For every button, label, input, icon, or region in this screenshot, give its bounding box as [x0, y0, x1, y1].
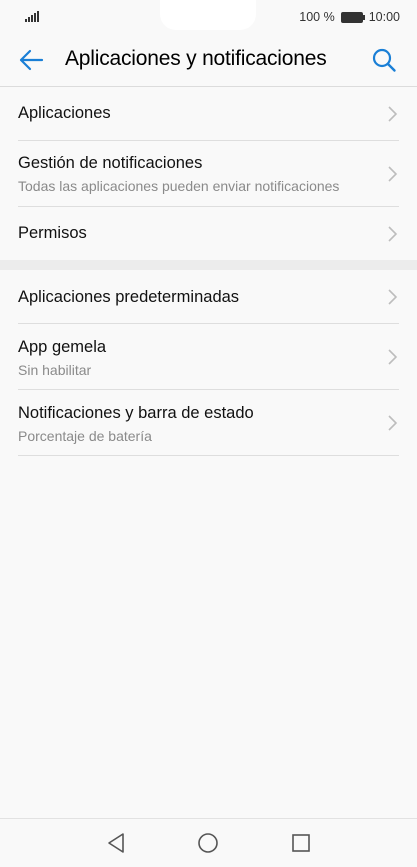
- list-item-label: Notificaciones y barra de estado: [18, 404, 254, 422]
- chevron-right-icon: [388, 289, 398, 305]
- battery-icon: [340, 11, 365, 23]
- list-item-label: Aplicaciones predeterminadas: [18, 288, 240, 306]
- chevron-right-icon: [388, 349, 398, 365]
- chevron-right-icon: [388, 166, 398, 182]
- list-item-aplicaciones-predeterminadas[interactable]: Aplicaciones predeterminadas: [18, 270, 399, 324]
- list-item-label: App gemela: [18, 338, 107, 356]
- list-item-label: Gestión de notificaciones: [18, 154, 203, 172]
- battery-percent: 100 %: [299, 10, 335, 24]
- signal-icon: [25, 11, 39, 22]
- list-item-label: Permisos: [18, 224, 87, 242]
- status-bar: 100 % 10:00: [0, 0, 417, 34]
- settings-section-2: Aplicaciones predeterminadas App gemela …: [0, 270, 417, 456]
- list-item-gestion-notificaciones[interactable]: Gestión de notificaciones Todas las apli…: [18, 141, 399, 207]
- list-item-app-gemela[interactable]: App gemela Sin habilitar: [18, 324, 399, 390]
- section-divider: [0, 260, 417, 270]
- list-item-aplicaciones[interactable]: Aplicaciones: [18, 87, 399, 141]
- chevron-right-icon: [388, 226, 398, 242]
- app-header: Aplicaciones y notificaciones: [0, 34, 417, 87]
- home-circle-icon[interactable]: [196, 831, 220, 855]
- search-icon[interactable]: [371, 47, 397, 73]
- arrow-left-icon[interactable]: [18, 47, 44, 73]
- page-title: Aplicaciones y notificaciones: [65, 47, 327, 70]
- camera-notch: [160, 0, 256, 30]
- chevron-right-icon: [388, 106, 398, 122]
- back-triangle-icon[interactable]: [104, 831, 128, 855]
- settings-section-1: Aplicaciones Gestión de notificaciones T…: [0, 87, 417, 260]
- recents-square-icon[interactable]: [289, 831, 313, 855]
- list-item-subtitle: Sin habilitar: [18, 362, 92, 378]
- list-item-subtitle: Porcentaje de batería: [18, 428, 152, 444]
- chevron-right-icon: [388, 415, 398, 431]
- status-right: 100 % 10:00: [299, 9, 400, 25]
- list-item-permisos[interactable]: Permisos: [18, 207, 399, 260]
- system-nav-bar: [0, 818, 417, 867]
- list-item-notificaciones-barra-estado[interactable]: Notificaciones y barra de estado Porcent…: [18, 390, 399, 456]
- status-time: 10:00: [368, 10, 400, 24]
- list-item-subtitle: Todas las aplicaciones pueden enviar not…: [18, 178, 340, 194]
- list-item-label: Aplicaciones: [18, 104, 111, 122]
